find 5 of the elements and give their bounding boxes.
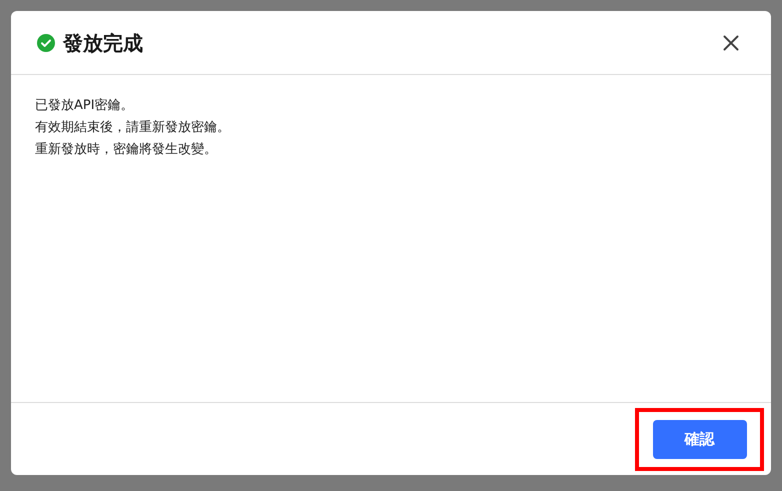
dialog-title: 發放完成 <box>63 30 143 56</box>
message-text: 有效期結束後，請重新發放密鑰。 <box>35 119 231 137</box>
message-text: 重新發放時，密鑰將發生改變。 <box>35 141 218 159</box>
message-text: 已發放API密鑰。 <box>35 97 135 115</box>
confirm-button[interactable]: 確認 <box>652 420 746 458</box>
